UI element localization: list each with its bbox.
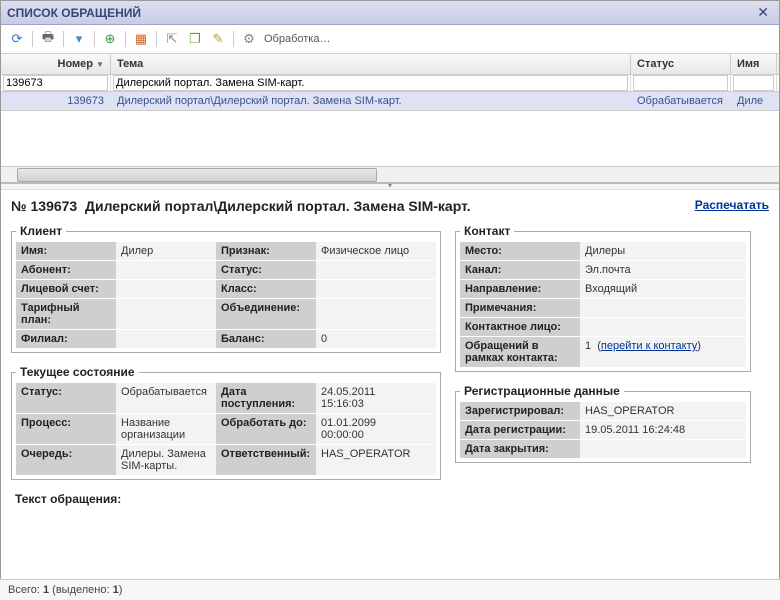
print-icon[interactable]: 🖶	[38, 29, 58, 49]
detail-panels: Клиент Имя:ДилерПризнак:Физическое лицо …	[11, 224, 769, 506]
goto-contact-link[interactable]: перейти к контакту	[601, 340, 697, 352]
process-button[interactable]: Обработка…	[264, 33, 330, 45]
scroll-thumb[interactable]	[17, 168, 377, 182]
window-title: СПИСОК ОБРАЩЕНИЙ	[7, 6, 141, 20]
registration-legend: Регистрационные данные	[460, 384, 624, 398]
detail-pane: № 139673 Дилерский портал\Дилерский порт…	[1, 190, 779, 528]
separator	[94, 31, 95, 47]
close-icon[interactable]: ✕	[753, 4, 773, 21]
filter-subject-input[interactable]	[113, 75, 628, 91]
detail-title: № 139673 Дилерский портал\Дилерский порт…	[11, 198, 471, 214]
refresh-icon[interactable]: ⟳	[7, 29, 27, 49]
gear-icon[interactable]: ⚙	[239, 29, 259, 49]
filter-name-input[interactable]	[733, 75, 774, 91]
grid-body: 139673 Дилерский портал\Дилерский портал…	[1, 92, 779, 166]
edit-icon[interactable]: ✎	[208, 29, 228, 49]
status-bar: Всего: 1 (выделено: 1)	[0, 579, 780, 600]
client-fieldset: Клиент Имя:ДилерПризнак:Физическое лицо …	[11, 224, 441, 353]
grid-header: Номер ▼ Тема Статус Имя	[1, 54, 779, 75]
request-grid: Номер ▼ Тема Статус Имя 139673 Дилерский…	[1, 54, 779, 184]
registration-fieldset: Регистрационные данные Зарегистрировал:H…	[455, 384, 751, 463]
filter-icon[interactable]: ▾	[69, 29, 89, 49]
filter-status-input[interactable]	[633, 75, 728, 91]
table-row[interactable]: 139673 Дилерский портал\Дилерский портал…	[1, 92, 779, 111]
print-link[interactable]: Распечатать	[695, 198, 769, 212]
cell-number: 139673	[1, 92, 111, 110]
state-fieldset: Текущее состояние Статус:Обрабатывается …	[11, 365, 441, 480]
toolbar: ⟳ 🖶 ▾ ⊕ ▦ ⇱ ❐ ✎ ⚙ Обработка…	[1, 25, 779, 54]
horizontal-scrollbar[interactable]	[1, 166, 779, 182]
contact-fieldset: Контакт Место:Дилеры Канал:Эл.почта Напр…	[455, 224, 751, 372]
col-status[interactable]: Статус	[631, 54, 731, 74]
contact-legend: Контакт	[460, 224, 514, 238]
col-subject[interactable]: Тема	[111, 54, 631, 74]
separator	[125, 31, 126, 47]
col-number[interactable]: Номер ▼	[1, 54, 111, 74]
separator	[233, 31, 234, 47]
export-icon[interactable]: ⇱	[162, 29, 182, 49]
filter-number-input[interactable]	[3, 75, 108, 91]
client-legend: Клиент	[16, 224, 66, 238]
copy-icon[interactable]: ❐	[185, 29, 205, 49]
state-legend: Текущее состояние	[16, 365, 139, 379]
grid-filter-row	[1, 75, 779, 92]
separator	[32, 31, 33, 47]
col-name[interactable]: Имя	[731, 54, 777, 74]
detail-header: № 139673 Дилерский портал\Дилерский порт…	[11, 198, 769, 214]
separator	[156, 31, 157, 47]
separator	[63, 31, 64, 47]
cell-name: Диле	[731, 92, 777, 110]
body-label: Текст обращения:	[11, 492, 125, 506]
add-icon[interactable]: ⊕	[100, 29, 120, 49]
columns-icon[interactable]: ▦	[131, 29, 151, 49]
cell-status: Обрабатывается	[631, 92, 731, 110]
window-header: СПИСОК ОБРАЩЕНИЙ ✕	[1, 1, 779, 25]
cell-subject: Дилерский портал\Дилерский портал. Замен…	[111, 92, 631, 110]
